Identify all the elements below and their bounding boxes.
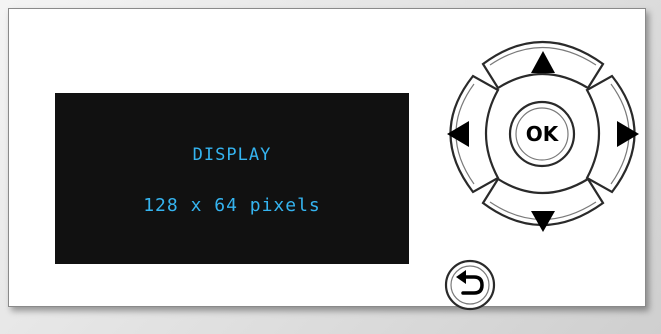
display-title: DISPLAY [192, 145, 272, 165]
ok-label: OK [526, 122, 560, 146]
ok-button[interactable]: OK [508, 100, 576, 168]
background-frame: DISPLAY 128 x 64 pixels OK [0, 0, 661, 334]
back-button[interactable] [444, 259, 496, 311]
display-resolution: 128 x 64 pixels [143, 195, 321, 216]
lcd-display: DISPLAY 128 x 64 pixels [55, 93, 409, 264]
